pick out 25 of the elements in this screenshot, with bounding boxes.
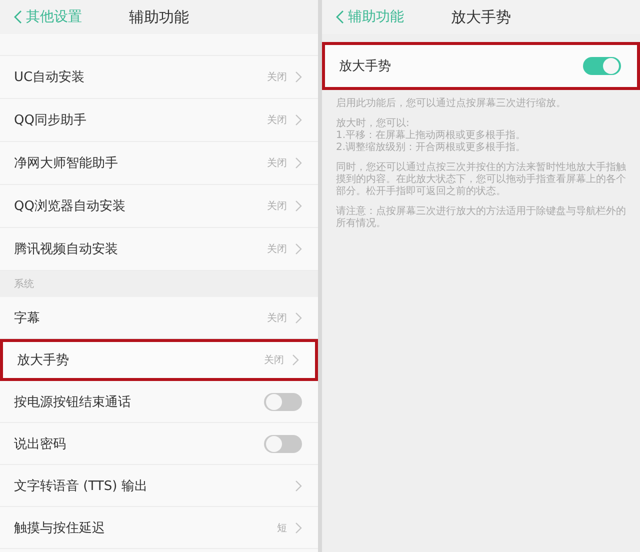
chevron-icon [295, 114, 302, 126]
description-text: 启用此功能后，您可以通过点按屏幕三次进行缩放。 [336, 98, 567, 110]
chevron-icon [295, 243, 302, 255]
toggle-switch[interactable] [264, 392, 302, 410]
description-text: 请注意：点按屏幕三次进行放大的方法适用于除键盘与导航栏外的所有情况。 [336, 206, 626, 230]
chevron-icon [295, 71, 302, 83]
description-text: 同时，您还可以通过点按三次并按住的方法来暂时性地放大手指触摸到的内容。在此放大状态下，您可以拖动手指查看屏幕上的各个部分。松开手指即可返回之前的状态。 [336, 162, 626, 198]
chevron-icon [295, 480, 302, 492]
chevron-icon [295, 312, 302, 324]
toggle-switch[interactable] [583, 57, 621, 75]
section-header: 系统 [14, 278, 34, 291]
screen-title: 放大手势 [451, 8, 511, 26]
chevron-icon [295, 200, 302, 212]
screen-title: 辅助功能 [129, 8, 189, 26]
chevron-icon [295, 522, 302, 534]
toggle-switch[interactable] [264, 434, 302, 452]
chevron-icon [292, 354, 299, 366]
settings-row[interactable]: 放大手势 关闭 [0, 339, 318, 381]
settings-row: 放大手势 [322, 42, 640, 90]
description-text: 2.调整缩放级别：开合两根或更多根手指。 [336, 142, 527, 154]
chevron-icon [295, 157, 302, 169]
back-icon [336, 10, 344, 24]
description-text: 1.平移：在屏幕上拖动两根或更多根手指。 [336, 130, 527, 142]
back-icon [14, 10, 22, 24]
description-text: 放大时，您可以: [336, 118, 410, 130]
